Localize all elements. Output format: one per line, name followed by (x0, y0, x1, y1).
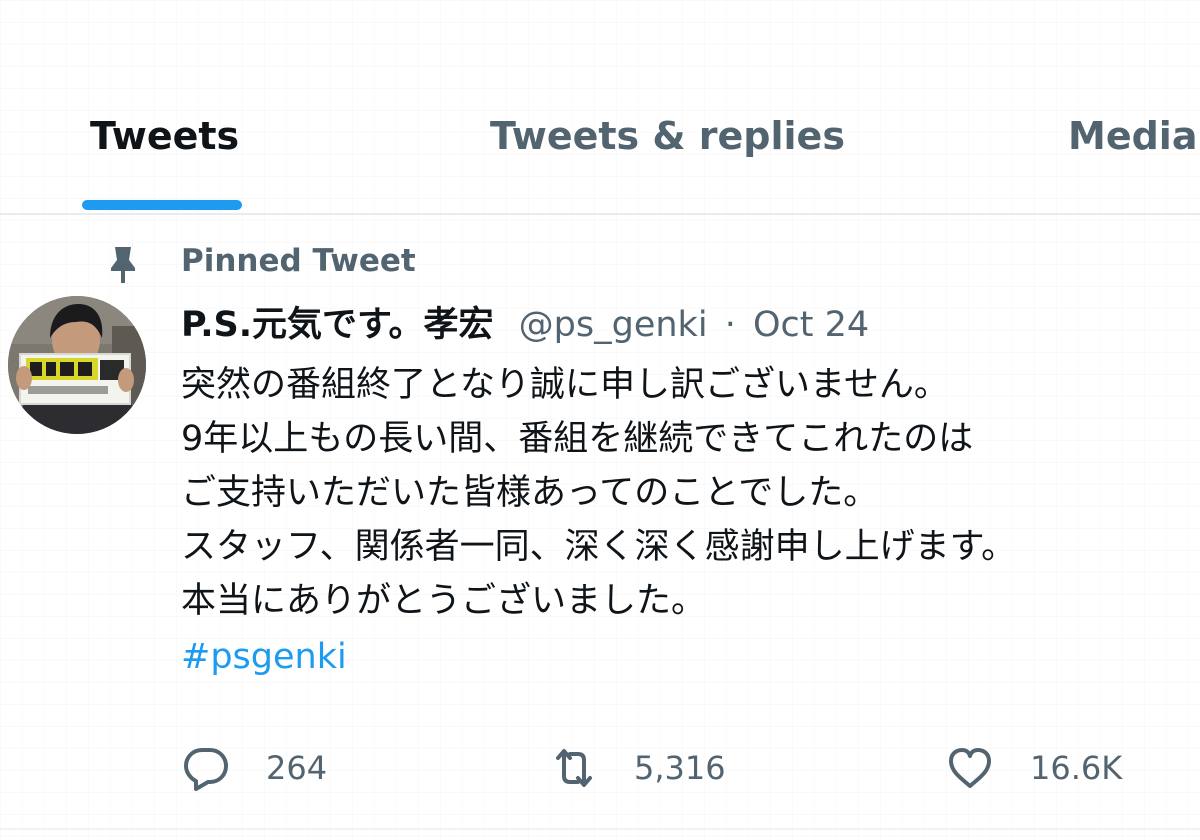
tweet-text-line: ご支持いただいた皆様あってのことでした。 (181, 473, 879, 513)
pinned-tweet-row: Pinned Tweet (0, 236, 1200, 286)
like-count: 16.6K (1030, 749, 1123, 787)
tweet-actions: 264 5,316 16.6K (0, 740, 1200, 796)
tweet-text-line: スタッフ、関係者一同、深く深く感謝申し上げます。 (181, 527, 1017, 567)
tweet-text-line: 9年以上もの長い間、番組を継続できてこれたのは (181, 419, 974, 459)
display-name[interactable]: P.S.元気です。孝宏 (181, 305, 494, 345)
tweet-text-line: 突然の番組終了となり誠に申し訳ございません。 (181, 365, 949, 405)
reply-icon (180, 742, 232, 794)
selected-tab-indicator (82, 200, 242, 210)
reply-button[interactable]: 264 (180, 740, 327, 796)
heart-icon (944, 742, 996, 794)
tab-tweets[interactable]: Tweets (90, 112, 239, 160)
profile-tabs: Tweets Tweets & replies Media (0, 0, 1200, 212)
avatar[interactable] (8, 296, 146, 434)
tweet-text-line: 本当にありがとうございました。 (181, 581, 707, 621)
tweet-header: P.S.元気です。孝宏 @ps_genki · Oct 24 (181, 300, 869, 352)
like-button[interactable]: 16.6K (944, 740, 1122, 796)
tweet-divider (0, 828, 1200, 830)
tweet-text: 突然の番組終了となり誠に申し訳ございません。 9年以上もの長い間、番組を継続でき… (181, 358, 1200, 684)
tab-media[interactable]: Media (1068, 112, 1197, 160)
tweet-date[interactable]: Oct 24 (753, 305, 869, 345)
retweet-button[interactable]: 5,316 (548, 740, 726, 796)
tab-tweets-and-replies[interactable]: Tweets & replies (490, 112, 845, 160)
pinned-label: Pinned Tweet (181, 243, 416, 279)
pin-icon (104, 244, 142, 284)
reply-count: 264 (266, 749, 328, 787)
user-handle[interactable]: @ps_genki (519, 305, 708, 345)
header-separator: · (724, 305, 736, 345)
retweet-count: 5,316 (634, 749, 726, 787)
retweet-icon (548, 742, 600, 794)
hashtag-link[interactable]: #psgenki (181, 630, 347, 684)
tabs-divider (0, 213, 1200, 215)
